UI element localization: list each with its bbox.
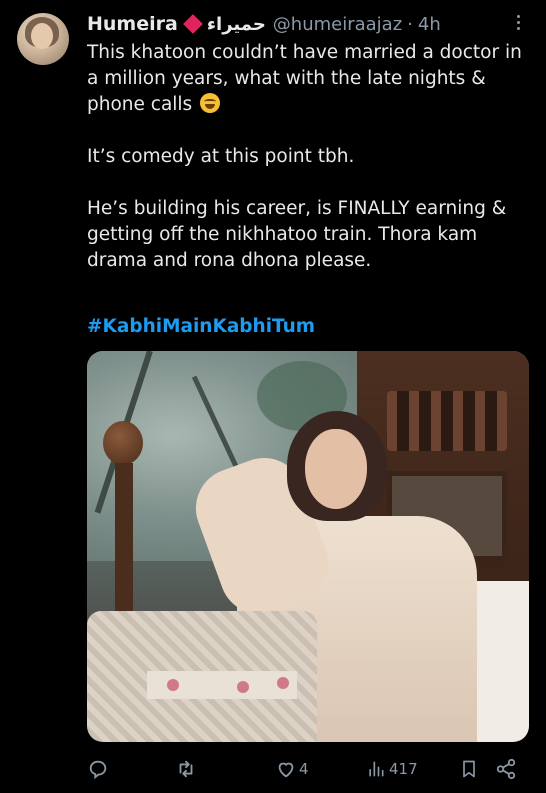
like-button[interactable]: 4: [275, 756, 309, 782]
photo-rose: [167, 679, 179, 691]
share-button[interactable]: [495, 756, 517, 782]
tweet-photo[interactable]: [87, 351, 529, 742]
tweet-line: He’s building his career, is FINALLY ear…: [87, 198, 507, 219]
heart-icon: [275, 758, 297, 780]
handle[interactable]: @humeiraajaz: [273, 14, 402, 35]
like-count: 4: [299, 760, 309, 778]
avatar[interactable]: [17, 13, 69, 65]
reply-button[interactable]: [87, 756, 109, 782]
avatar-face: [31, 23, 53, 49]
views-icon: [366, 758, 386, 780]
hashtag-link[interactable]: #KabhiMainKabhiTum: [87, 316, 315, 337]
photo-person-face: [305, 429, 367, 509]
urdu-name[interactable]: حمیراء: [207, 14, 266, 35]
laughing-emoji-icon: [200, 93, 221, 113]
tweet-line: phone calls: [87, 92, 533, 118]
tweet: Humeira حمیراء @humeiraajaz · 4h This kh…: [0, 0, 546, 793]
photo-rose: [277, 677, 289, 689]
tweet-line: a million years, what with the late nigh…: [87, 68, 486, 89]
photo-spindles: [387, 391, 507, 451]
separator-dot: ·: [407, 13, 413, 35]
share-icon: [495, 758, 517, 780]
more-options-icon[interactable]: [517, 15, 520, 30]
bookmark-icon: [459, 758, 479, 780]
red-diamond-icon: [182, 14, 203, 34]
tweet-line: getting off the nikhhatoo train. Thora k…: [87, 224, 478, 245]
tweet-line: drama and rona dhona please.: [87, 250, 372, 271]
bookmark-button[interactable]: [459, 756, 479, 782]
tweet-header: Humeira حمیراء @humeiraajaz · 4h: [87, 11, 441, 37]
display-name[interactable]: Humeira: [87, 13, 178, 35]
views-button[interactable]: 417: [366, 756, 418, 782]
timestamp[interactable]: 4h: [418, 14, 441, 35]
tweet-line-text: phone calls: [87, 94, 193, 115]
tweet-text: This khatoon couldn’t have married a doc…: [87, 40, 533, 274]
action-bar: 4 417: [87, 756, 533, 782]
tweet-line: It’s comedy at this point tbh.: [87, 146, 355, 167]
reply-icon: [87, 758, 109, 780]
retweet-icon: [175, 758, 197, 780]
tweet-line: This khatoon couldn’t have married a doc…: [87, 42, 522, 63]
photo-rose: [237, 681, 249, 693]
views-count: 417: [389, 760, 418, 778]
photo-bedpost-knob: [103, 421, 143, 465]
retweet-button[interactable]: [175, 756, 197, 782]
